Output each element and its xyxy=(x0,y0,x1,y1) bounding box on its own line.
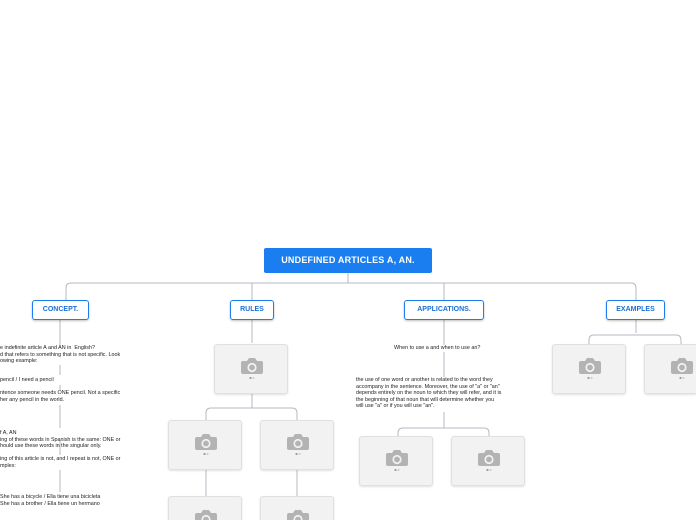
mind-map-canvas: UNDEFINED ARTICLES A, AN. CONCEPT. RULES… xyxy=(0,0,696,520)
concept-example-text[interactable]: pencil / I need a pencil xyxy=(0,377,54,384)
concept-sentences-text[interactable]: She has a bicycle / Ella tiene una bicic… xyxy=(0,494,100,507)
camera-icon xyxy=(241,358,263,379)
image-placeholder[interactable] xyxy=(451,436,525,486)
image-placeholder[interactable] xyxy=(168,496,242,520)
concept-meaning-text[interactable]: f A, AN ing of these words in Spanish is… xyxy=(0,430,120,450)
image-placeholder[interactable] xyxy=(168,420,242,470)
camera-icon xyxy=(287,510,309,520)
root-topic[interactable]: UNDEFINED ARTICLES A, AN. xyxy=(264,248,432,273)
image-placeholder[interactable] xyxy=(359,436,433,486)
camera-icon xyxy=(287,434,309,455)
branch-concept[interactable]: CONCEPT. xyxy=(32,300,89,320)
applications-answer-text[interactable]: the use of one word or another is relate… xyxy=(356,377,501,410)
camera-icon xyxy=(195,434,217,455)
concept-meaning2-text[interactable]: ing of this article is not, and I repeat… xyxy=(0,456,120,469)
branch-rules[interactable]: RULES xyxy=(230,300,274,320)
image-placeholder[interactable] xyxy=(260,420,334,470)
concept-explanation-text[interactable]: ntence someone needs ONE pencil. Not a s… xyxy=(0,390,120,403)
camera-icon xyxy=(386,450,408,471)
image-placeholder[interactable] xyxy=(552,344,626,394)
branch-examples[interactable]: EXAMPLES xyxy=(606,300,665,320)
image-placeholder[interactable] xyxy=(644,344,696,394)
concept-intro-text[interactable]: e indefinite article A and AN in English… xyxy=(0,345,120,365)
image-placeholder[interactable] xyxy=(214,344,288,394)
camera-icon xyxy=(579,358,601,379)
camera-icon xyxy=(195,510,217,520)
camera-icon xyxy=(671,358,693,379)
image-placeholder[interactable] xyxy=(260,496,334,520)
branch-applications[interactable]: APPLICATIONS. xyxy=(404,300,484,320)
camera-icon xyxy=(478,450,500,471)
applications-question-text[interactable]: When to use a and when to use an? xyxy=(394,345,480,352)
